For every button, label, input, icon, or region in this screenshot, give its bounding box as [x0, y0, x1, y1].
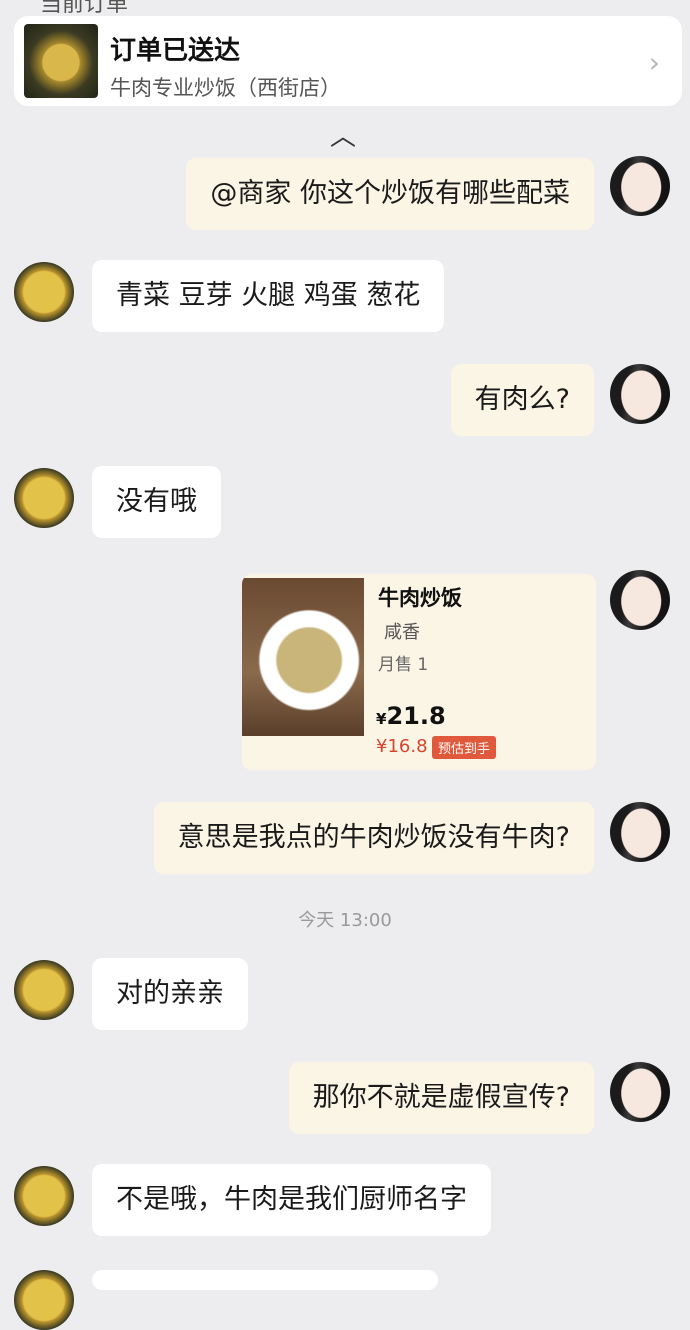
price-value: 21.8: [386, 702, 446, 730]
discount-price: ¥16.8: [376, 736, 428, 757]
product-sales: 月售 1: [378, 655, 429, 675]
shop-avatar[interactable]: [14, 1270, 74, 1330]
price-currency: ¥: [376, 710, 387, 728]
order-card[interactable]: 订单已送达 牛肉专业炒饭（西街店） ›: [14, 16, 682, 106]
message-bubble-outgoing[interactable]: @商家 你这个炒饭有哪些配菜: [186, 158, 594, 230]
message-bubble-incoming[interactable]: [92, 1270, 438, 1290]
shop-avatar[interactable]: [14, 468, 74, 528]
product-card[interactable]: 牛肉炒饭 咸香 月售 1 ¥21.8 ¥16.8 预估到手: [242, 574, 596, 770]
user-avatar[interactable]: [610, 1062, 670, 1122]
message-bubble-incoming[interactable]: 青菜 豆芽 火腿 鸡蛋 葱花: [92, 260, 445, 332]
discount-badge: 预估到手: [432, 736, 497, 759]
chevron-right-icon[interactable]: ›: [649, 46, 660, 79]
message-bubble-incoming[interactable]: 对的亲亲: [92, 958, 248, 1030]
order-status: 订单已送达: [110, 36, 241, 66]
product-tag: 咸香: [384, 622, 420, 643]
caret-up-icon[interactable]: ︿: [330, 116, 356, 153]
order-thumbnail: [24, 24, 98, 98]
message-bubble-outgoing[interactable]: 意思是我点的牛肉炒饭没有牛肉?: [153, 802, 594, 874]
timestamp: 今天 13:00: [298, 910, 392, 931]
shop-name: 牛肉专业炒饭（西街店）: [110, 76, 341, 100]
product-image: [242, 578, 364, 736]
user-avatar[interactable]: [610, 364, 670, 424]
product-price: ¥21.8: [376, 702, 446, 730]
shop-avatar[interactable]: [14, 1166, 74, 1226]
message-bubble-outgoing[interactable]: 那你不就是虚假宣传?: [288, 1062, 594, 1134]
user-avatar[interactable]: [610, 802, 670, 862]
user-avatar[interactable]: [610, 156, 670, 216]
shop-avatar[interactable]: [14, 960, 74, 1020]
message-bubble-incoming[interactable]: 没有哦: [92, 466, 221, 538]
message-bubble-incoming[interactable]: 不是哦，牛肉是我们厨师名字: [92, 1164, 491, 1236]
product-name: 牛肉炒饭: [378, 586, 462, 610]
user-avatar[interactable]: [610, 570, 670, 630]
message-bubble-outgoing[interactable]: 有肉么?: [450, 364, 594, 436]
shop-avatar[interactable]: [14, 262, 74, 322]
